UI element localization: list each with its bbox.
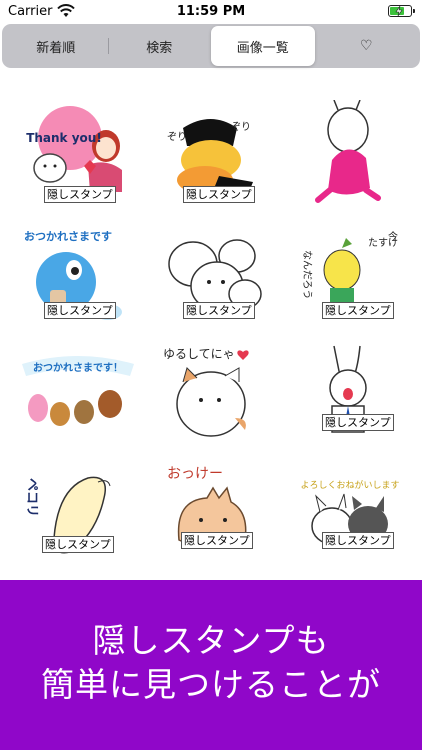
sticker-cell[interactable]: おつかれさまです 隠しスタンプ: [18, 220, 138, 330]
sticker-cell[interactable]: おっけー 隠しスタンプ: [153, 458, 273, 568]
bunny-pink-sticker: [315, 100, 381, 203]
svg-text:なんだろう: なんだろう: [301, 250, 313, 299]
hidden-sticker-badge: 隠しスタンプ: [183, 186, 255, 203]
hidden-sticker-badge: 隠しスタンプ: [322, 532, 394, 549]
clock: 11:59 PM: [176, 4, 246, 19]
tab-search[interactable]: 検索: [107, 26, 212, 66]
okke-cat-sticker: おっけー: [167, 466, 247, 549]
onegaishimasu-sticker: よろしくおねがいします: [300, 479, 400, 545]
svg-text:おつかれさまです！: おつかれさまです！: [33, 362, 123, 374]
yurushitenya-cat-sticker: ゆるしてにゃ: [163, 347, 249, 437]
sticker-cell[interactable]: ゆるしてにゃ: [153, 342, 273, 452]
svg-text:ゆるしてにゃ: ゆるしてにゃ: [163, 347, 235, 361]
sticker-cell[interactable]: よろしくおねがいします 隠しスタンプ: [290, 458, 410, 568]
status-bar: Carrier 11:59 PM: [0, 0, 422, 24]
otsukaresama-animals-sticker: おつかれさまです！: [22, 356, 134, 426]
tab-favorites[interactable]: ♡: [315, 26, 419, 66]
hidden-sticker-badge: 隠しスタンプ: [322, 414, 394, 431]
tab-image-list[interactable]: 画像一覧: [211, 26, 315, 66]
sticker-cell[interactable]: おつかれさまです！: [18, 342, 138, 452]
hidden-sticker-badge: 隠しスタンプ: [42, 536, 114, 553]
sticker-cell[interactable]: 隠しスタンプ: [153, 220, 273, 330]
svg-text:おっけー: おっけー: [167, 466, 223, 482]
svg-text:ペコリ: ペコリ: [24, 478, 39, 517]
bunny-suit-sticker: [329, 345, 367, 433]
sticker-cell[interactable]: ぞり ぞり 隠しスタンプ: [153, 100, 273, 210]
sticker-cell[interactable]: ペコリ 隠しスタンプ: [18, 458, 138, 568]
banner-line-1: 隠しスタンプも: [92, 621, 330, 660]
hidden-sticker-badge: 隠しスタンプ: [44, 302, 116, 319]
tab-newest[interactable]: 新着順: [4, 26, 108, 66]
heart-icon: ♡: [359, 38, 373, 54]
svg-text:今: 今: [388, 230, 398, 243]
svg-text:おつかれさまです: おつかれさまです: [24, 230, 112, 243]
svg-text:Thank you!: Thank you!: [26, 131, 102, 145]
svg-text:ぞり: ぞり: [167, 131, 187, 143]
sort-segmented-control: 新着順 検索 画像一覧 ♡: [2, 24, 420, 68]
hidden-sticker-badge: 隠しスタンプ: [322, 302, 394, 319]
hidden-sticker-badge: 隠しスタンプ: [183, 302, 255, 319]
hidden-sticker-badge: 隠しスタンプ: [44, 186, 116, 203]
svg-text:ぞり: ぞり: [231, 121, 251, 133]
sticker-cell[interactable]: なんだろう たすけ 今 隠しスタンプ: [290, 220, 410, 330]
sticker-cell[interactable]: Thank you! 隠しスタンプ: [18, 100, 138, 210]
svg-text:よろしくおねがいします: よろしくおねがいします: [300, 479, 399, 491]
banner-line-2: 簡単に見つけることが: [41, 665, 381, 704]
promo-banner: 隠しスタンプも 簡単に見つけることが: [0, 580, 422, 750]
hidden-sticker-badge: 隠しスタンプ: [181, 532, 253, 549]
battery-charging-icon: [388, 5, 415, 17]
sticker-cell[interactable]: 隠しスタンプ: [290, 342, 410, 452]
sticker-cell[interactable]: [290, 100, 410, 210]
